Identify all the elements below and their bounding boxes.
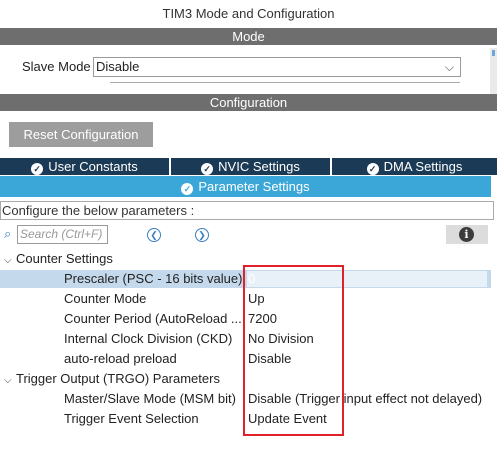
param-name[interactable]: Counter Period (AutoReload ... — [64, 311, 244, 327]
group-label: Counter Settings — [16, 251, 113, 266]
slave-mode-label: Slave Mode — [22, 59, 91, 74]
group-counter-settings[interactable]: ⌵ Counter Settings — [4, 251, 113, 269]
tab-user-constants[interactable]: ✓ User Constants — [0, 158, 170, 175]
partially-hidden-field — [110, 82, 460, 93]
window-title: TIM3 Mode and Configuration — [162, 6, 335, 21]
chevron-down-icon: ⌵ — [4, 255, 12, 266]
slave-mode-value: Disable — [96, 59, 140, 74]
reset-configuration-button[interactable]: Reset Configuration — [9, 122, 153, 147]
tab-label: User Constants — [48, 159, 138, 174]
group-label: Trigger Output (TRGO) Parameters — [16, 371, 220, 386]
chevron-down-icon: ⌵ — [444, 60, 454, 74]
tab-label: NVIC Settings — [218, 159, 300, 174]
param-name[interactable]: Prescaler (PSC - 16 bits value) — [64, 271, 244, 287]
check-circle-icon: ✓ — [201, 163, 214, 175]
tab-label: Parameter Settings — [198, 179, 310, 194]
tab-nvic-settings[interactable]: ✓ NVIC Settings — [171, 158, 331, 175]
group-trigger-output[interactable]: ⌵ Trigger Output (TRGO) Parameters — [4, 371, 220, 389]
param-name[interactable]: Internal Clock Division (CKD) — [64, 331, 244, 347]
search-icon: ⌕ — [4, 226, 12, 241]
arrow-right-circle-icon[interactable]: ❯ — [195, 228, 209, 242]
param-name[interactable]: Counter Mode — [64, 291, 244, 307]
check-circle-icon: ✓ — [366, 163, 379, 175]
tab-parameter-settings[interactable]: ✓ Parameter Settings — [0, 176, 491, 197]
check-circle-icon: ✓ — [181, 183, 194, 195]
parameters-description: Configure the below parameters : — [0, 201, 494, 220]
scrollbar-marker — [492, 50, 495, 56]
configuration-section-header[interactable]: Configuration — [0, 94, 497, 111]
highlight-annotation-box — [243, 265, 344, 436]
tab-dma-settings[interactable]: ✓ DMA Settings — [332, 158, 497, 175]
search-input[interactable]: Search (Ctrl+F) — [17, 225, 108, 244]
slave-mode-select[interactable]: Disable ⌵ — [93, 57, 461, 77]
info-icon: i — [459, 227, 474, 242]
param-name[interactable]: Master/Slave Mode (MSM bit) — [64, 391, 244, 407]
arrow-left-circle-icon[interactable]: ❮ — [147, 228, 161, 242]
tab-label: DMA Settings — [383, 159, 463, 174]
param-name[interactable]: auto-reload preload — [64, 351, 244, 367]
mode-section-header[interactable]: Mode — [0, 28, 497, 45]
chevron-down-icon: ⌵ — [4, 375, 12, 386]
check-circle-icon: ✓ — [31, 163, 44, 175]
param-name[interactable]: Trigger Event Selection — [64, 411, 244, 427]
